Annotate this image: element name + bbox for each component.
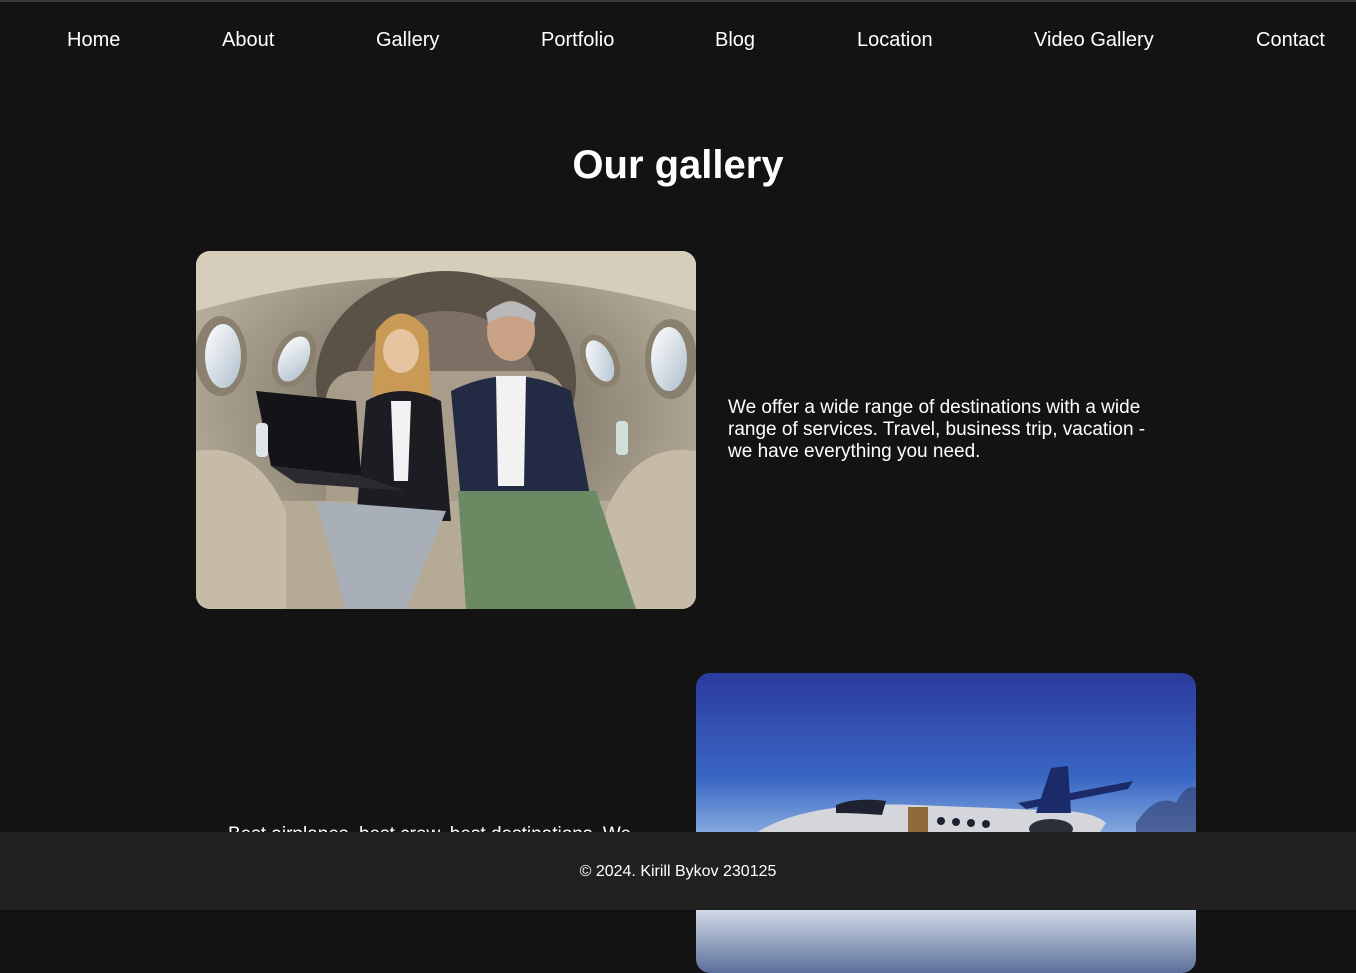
gallery-image-private-jet	[696, 673, 1196, 973]
gallery-image-jet-cabin	[196, 251, 696, 609]
nav-link-about[interactable]: About	[222, 29, 274, 52]
nav-link-blog[interactable]: Blog	[715, 29, 755, 52]
footer-copyright: © 2024. Kirill Bykov 230125	[579, 863, 777, 880]
gallery-text-1: We offer a wide range of destinations wi…	[728, 397, 1146, 462]
nav-link-gallery[interactable]: Gallery	[376, 29, 439, 52]
main-navigation: Home About Gallery Portfolio Blog Locati…	[0, 2, 1356, 82]
nav-link-home[interactable]: Home	[67, 29, 120, 52]
nav-link-portfolio[interactable]: Portfolio	[541, 29, 614, 52]
nav-link-location[interactable]: Location	[857, 29, 933, 52]
nav-link-contact[interactable]: Contact	[1256, 29, 1325, 52]
nav-link-video-gallery[interactable]: Video Gallery	[1034, 29, 1154, 52]
page-title: Our gallery	[572, 143, 784, 187]
footer: © 2024. Kirill Bykov 230125	[0, 832, 1356, 910]
